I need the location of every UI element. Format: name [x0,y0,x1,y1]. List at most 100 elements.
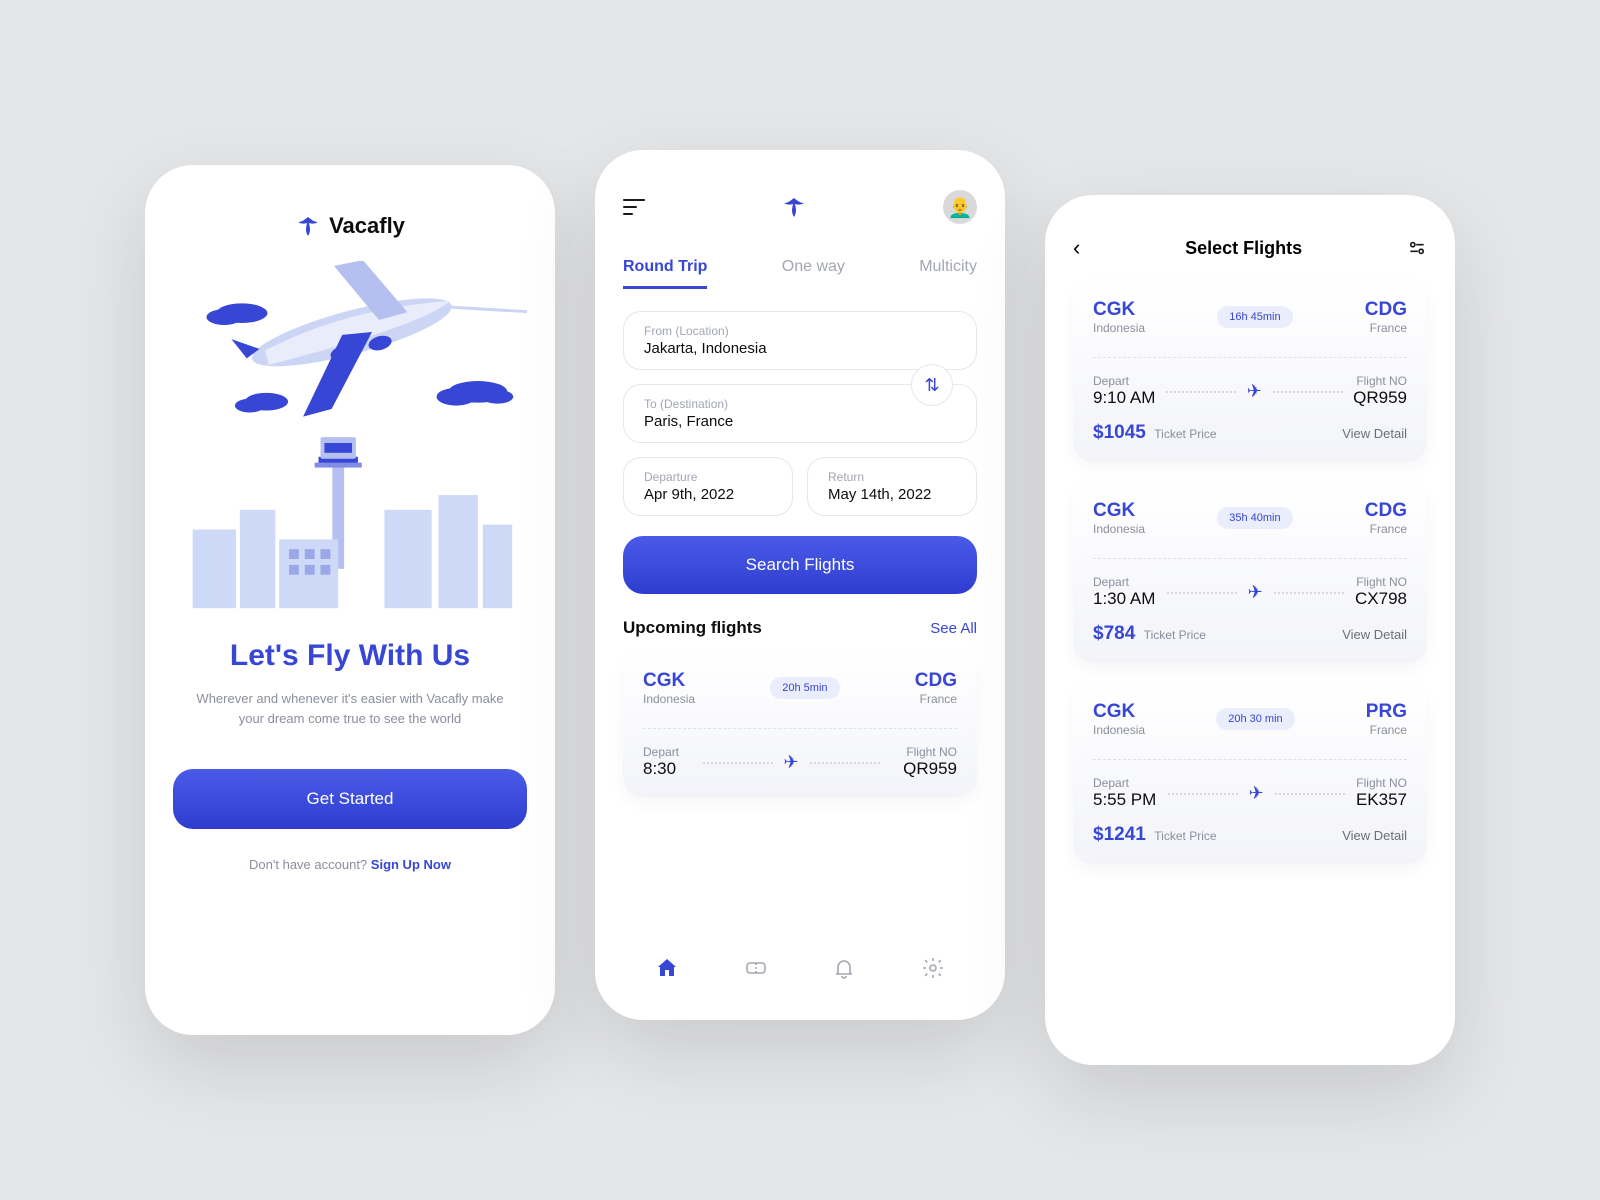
page-title: Select Flights [1185,238,1302,259]
depart-value: 5:55 PM [1093,790,1156,810]
hero-illustration [173,261,527,621]
flight-value: CX798 [1355,589,1407,609]
ticket-icon[interactable] [744,956,768,980]
from-code: CGK [1093,299,1145,321]
price: $1241 [1093,824,1146,845]
see-all-link[interactable]: See All [930,620,977,637]
from-value: Jakarta, Indonesia [644,340,956,357]
depart-label: Depart [1093,374,1155,388]
menu-icon[interactable] [623,194,645,220]
logo-icon [781,195,807,219]
get-started-button[interactable]: Get Started [173,769,527,829]
onboarding-title: Let's Fly With Us [173,639,527,673]
from-code: CGK [643,670,695,692]
brand-row: Vacafly [173,213,527,239]
search-screen: 👨‍🦲 Round Trip One way Multicity From (L… [595,150,1005,1020]
depart-label: Depart [1093,776,1156,790]
upcoming-title: Upcoming flights [623,618,762,638]
search-form: From (Location) Jakarta, Indonesia ⇅ To … [623,311,977,594]
departure-value: Apr 9th, 2022 [644,486,772,503]
upcoming-flight-card[interactable]: CGKIndonesia 20h 5min CDGFrance Depart8:… [623,652,977,797]
results-list: CGKIndonesia 16h 45min CDGFrance Depart9… [1073,261,1427,864]
tab-one-way[interactable]: One way [782,258,845,289]
tab-round-trip[interactable]: Round Trip [623,258,707,289]
flight-card[interactable]: CGKIndonesia 35h 40min CDGFrance Depart1… [1073,482,1427,663]
bottom-nav [623,936,977,980]
to-value: Paris, France [644,413,956,430]
to-code: CDG [915,670,957,692]
view-detail-link[interactable]: View Detail [1342,627,1407,642]
trip-type-tabs: Round Trip One way Multicity [623,258,977,289]
depart-label: Depart [643,745,679,759]
depart-label: Depart [1093,575,1155,589]
price-label: Ticket Price [1144,628,1206,642]
bell-icon[interactable] [832,956,856,980]
flight-value: QR959 [1353,388,1407,408]
to-code: CDG [1365,500,1407,522]
to-code: CDG [1365,299,1407,321]
departure-field[interactable]: Departure Apr 9th, 2022 [623,457,793,516]
filter-icon[interactable] [1407,238,1427,258]
airplane-icon: ✈ [1248,582,1263,603]
to-code: PRG [1366,701,1407,723]
home-icon[interactable] [655,956,679,980]
flight-value: QR959 [903,759,957,779]
header: 👨‍🦲 [623,190,977,224]
from-country: Indonesia [1093,723,1145,737]
to-label: To (Destination) [644,397,956,411]
swap-icon[interactable]: ⇅ [911,364,953,406]
duration-badge: 35h 40min [1217,507,1292,529]
to-country: France [1366,723,1407,737]
price: $784 [1093,623,1135,644]
flight-label: Flight NO [1355,575,1407,589]
logo-icon [295,214,321,238]
from-code: CGK [1093,701,1145,723]
airplane-icon: ✈ [1247,381,1262,402]
view-detail-link[interactable]: View Detail [1342,828,1407,843]
depart-value: 1:30 AM [1093,589,1155,609]
signup-link[interactable]: Sign Up Now [371,857,451,872]
gear-icon[interactable] [921,956,945,980]
back-icon[interactable]: ‹ [1073,235,1080,261]
duration-badge: 16h 45min [1217,306,1292,328]
duration-badge: 20h 30 min [1216,708,1294,730]
flight-label: Flight NO [1353,374,1407,388]
results-header: ‹ Select Flights [1073,235,1427,261]
price-label: Ticket Price [1154,829,1216,843]
flight-value: EK357 [1356,790,1407,810]
tab-multicity[interactable]: Multicity [919,258,977,289]
return-value: May 14th, 2022 [828,486,956,503]
from-country: Indonesia [1093,321,1145,335]
price: $1045 [1093,422,1146,443]
to-country: France [1365,522,1407,536]
from-label: From (Location) [644,324,956,338]
onboarding-subtitle: Wherever and whenever it's easier with V… [173,689,527,729]
flight-label: Flight NO [903,745,957,759]
avatar[interactable]: 👨‍🦲 [943,190,977,224]
brand-name: Vacafly [329,213,405,239]
departure-label: Departure [644,470,772,484]
airplane-icon: ✈ [1249,783,1264,804]
search-flights-button[interactable]: Search Flights [623,536,977,594]
return-label: Return [828,470,956,484]
flight-card[interactable]: CGKIndonesia 16h 45min CDGFrance Depart9… [1073,281,1427,462]
flight-card[interactable]: CGKIndonesia 20h 30 min PRGFrance Depart… [1073,683,1427,864]
signup-prompt: Don't have account? Sign Up Now [173,857,527,872]
to-country: France [1365,321,1407,335]
view-detail-link[interactable]: View Detail [1342,426,1407,441]
airplane-icon: ✈ [784,752,799,773]
signup-prefix: Don't have account? [249,857,371,872]
from-code: CGK [1093,500,1145,522]
depart-value: 8:30 [643,759,679,779]
results-screen: ‹ Select Flights CGKIndonesia 16h 45min … [1045,195,1455,1065]
onboarding-screen: Vacafly [145,165,555,1035]
price-label: Ticket Price [1154,427,1216,441]
from-country: Indonesia [643,692,695,706]
upcoming-header: Upcoming flights See All [623,618,977,638]
from-field[interactable]: From (Location) Jakarta, Indonesia [623,311,977,370]
to-country: France [915,692,957,706]
duration-badge: 20h 5min [770,677,839,699]
return-field[interactable]: Return May 14th, 2022 [807,457,977,516]
from-country: Indonesia [1093,522,1145,536]
depart-value: 9:10 AM [1093,388,1155,408]
